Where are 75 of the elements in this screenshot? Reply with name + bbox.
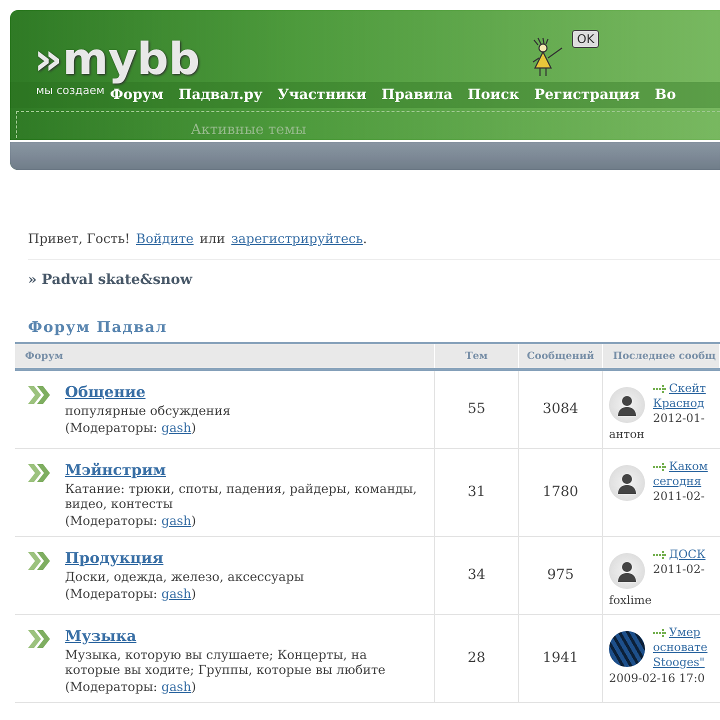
nav-link[interactable]: Регистрация (534, 87, 640, 103)
forum-description: Музыка, которую вы слушаете; Концерты, на которые вы ходите; Группы, которые вы любите (65, 646, 386, 677)
topics-count: 34 (468, 567, 486, 584)
double-chevron-icon (27, 462, 51, 483)
logo[interactable]: »mybb (34, 38, 200, 82)
column-header: Тем (435, 344, 519, 368)
greeting: Привет, Гость! (28, 232, 130, 247)
nav-link[interactable]: Падвал.ру (178, 87, 262, 103)
last-post-author: foxlime (609, 592, 652, 608)
moderators-label: (Модераторы: (65, 420, 158, 435)
last-post-link[interactable]: Умер (653, 624, 700, 640)
forum-description: Катание: трюки, споты, падения, райдеры, команды, видео, контесты (65, 480, 418, 511)
period-text: . (362, 232, 368, 247)
last-post-date: 2011-02- (653, 488, 705, 504)
moderators-label: (Модераторы: (65, 512, 158, 528)
posts-count: 1941 (542, 650, 578, 666)
topics-count: 28 (468, 650, 486, 666)
person-silhouette-icon (617, 560, 637, 582)
category-title: Форум Падвал (28, 318, 168, 336)
last-post-date: 2012-01- (653, 410, 705, 426)
column-header: Сообщений (519, 344, 603, 368)
nav-link[interactable]: Участники (277, 87, 366, 103)
person-silhouette-icon (617, 394, 637, 416)
last-post-link[interactable]: ДОСК (653, 546, 706, 562)
person-silhouette-icon (617, 472, 637, 494)
moderators-label: (Модераторы: (65, 586, 158, 601)
last-post-date: 2011-02- (653, 562, 705, 577)
last-post-author: антон (609, 427, 644, 442)
dotted-arrow-icon (653, 550, 667, 560)
topics-count: 31 (468, 484, 486, 500)
closing-paren: ) (191, 420, 196, 435)
closing-paren: ) (191, 586, 196, 601)
double-chevron-icon (27, 550, 51, 571)
posts-count: 3084 (542, 401, 578, 418)
forum-title-link[interactable]: Мэйнстрим (65, 460, 166, 479)
logo-tagline: мы создаем (36, 84, 105, 97)
moderator-link[interactable]: gash (161, 678, 192, 694)
forum-title-link[interactable]: Общение (65, 383, 146, 401)
posts-count: 1780 (542, 484, 578, 500)
closing-paren: ) (191, 512, 196, 528)
forum-title-link[interactable]: Продукция (65, 548, 164, 567)
last-post-link[interactable]: основате (653, 640, 708, 655)
column-header: Последнее сообщ (603, 344, 720, 368)
column-header: Форум (15, 344, 435, 368)
moderator-link[interactable]: gash (161, 586, 192, 601)
last-post-link[interactable]: Скейт (653, 381, 706, 396)
moderators-label: (Модераторы: (65, 678, 158, 694)
last-post-link[interactable]: сегодня (653, 474, 702, 489)
login-link[interactable]: Войдите (136, 232, 194, 247)
dotted-arrow-icon (653, 384, 667, 394)
dotted-arrow-icon (653, 462, 667, 472)
nav-link[interactable]: Во (654, 87, 676, 103)
double-chevron-icon (27, 385, 51, 405)
topics-count: 55 (468, 401, 486, 418)
forum-title-link[interactable]: Музыка (65, 626, 136, 645)
photo-placeholder (609, 630, 645, 667)
or-text: или (200, 232, 226, 247)
forum-description: Доски, одежда, железо, аксессуары (65, 568, 304, 584)
last-post-date: 2009-02-16 17:0 (609, 670, 705, 686)
closing-paren: ) (191, 678, 196, 694)
ok-sign: OK (572, 30, 600, 48)
forum-description: популярные обсуждения (65, 403, 231, 418)
nav-link[interactable]: Поиск (468, 87, 520, 103)
breadcrumb[interactable]: » Padval skate&snow (28, 272, 720, 288)
last-post-link[interactable]: Каком (653, 458, 708, 474)
moderator-link[interactable]: gash (161, 512, 192, 528)
nav-link[interactable]: Правила (381, 87, 453, 103)
dotted-arrow-icon (653, 628, 667, 638)
nav-link[interactable]: Форум (110, 87, 164, 103)
double-chevron-icon (27, 628, 51, 649)
last-post-link[interactable]: Stooges" (653, 654, 705, 670)
moderator-link[interactable]: gash (161, 420, 192, 435)
posts-count: 975 (547, 567, 574, 584)
register-link[interactable]: зарегистрируйтесь (231, 232, 363, 247)
last-post-link[interactable]: Краснод (653, 396, 704, 411)
